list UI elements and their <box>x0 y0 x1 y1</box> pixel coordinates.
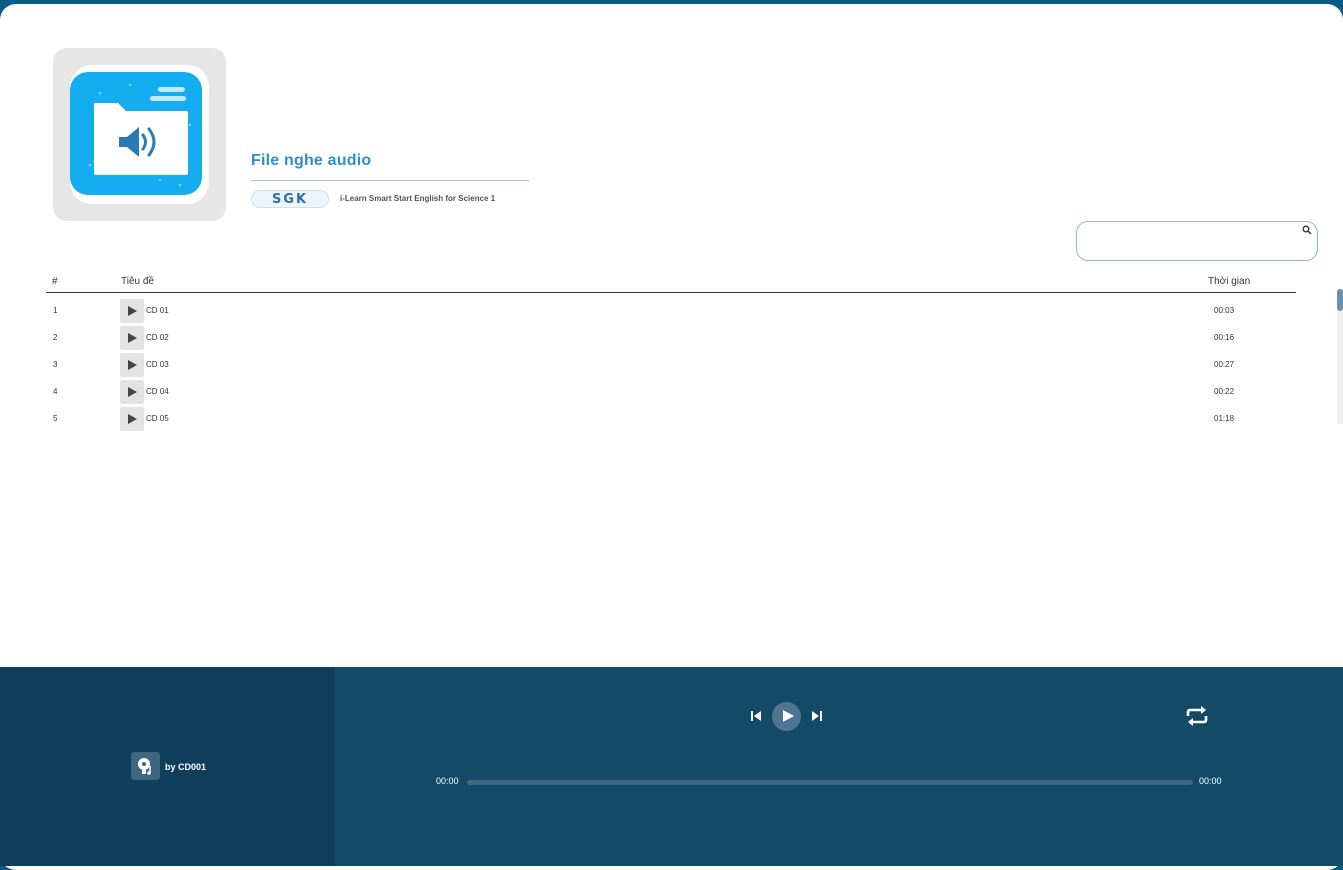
track-duration: 00:22 <box>1214 387 1235 396</box>
track-number: 4 <box>53 387 58 396</box>
track-number: 3 <box>53 360 58 369</box>
publisher-logo: SGK <box>251 190 329 208</box>
title-divider <box>251 180 529 181</box>
track-duration: 00:27 <box>1214 360 1235 369</box>
album-cover-inner <box>70 65 209 204</box>
total-time: 00:00 <box>1199 776 1222 786</box>
table-header: # Tiêu đề Thời gian <box>46 274 1296 293</box>
track-title[interactable]: CD 04 <box>146 387 169 396</box>
artist-avatar <box>131 752 160 780</box>
track-number: 2 <box>53 333 58 342</box>
list-scrollbar-thumb[interactable] <box>1337 289 1343 311</box>
play-track-button[interactable] <box>120 407 144 431</box>
track-duration: 00:03 <box>1214 306 1235 315</box>
search-input[interactable] <box>1087 230 1297 254</box>
track-title[interactable]: CD 05 <box>146 414 169 423</box>
column-time: Thời gian <box>1208 276 1251 287</box>
next-track-icon[interactable] <box>811 709 823 723</box>
repeat-icon[interactable] <box>1184 705 1210 727</box>
track-number: 5 <box>53 414 58 423</box>
previous-track-icon[interactable] <box>750 709 762 723</box>
progress-bar[interactable] <box>467 780 1193 785</box>
column-number: # <box>52 276 58 287</box>
book-name: i-Learn Smart Start English for Science … <box>340 194 496 203</box>
play-button[interactable] <box>772 702 801 731</box>
track-duration: 00:16 <box>1214 333 1235 342</box>
column-title: Tiêu đề <box>121 276 154 287</box>
table-row[interactable]: 1 CD 01 00:03 <box>46 296 1296 323</box>
play-track-button[interactable] <box>120 326 144 350</box>
search-icon[interactable] <box>1302 225 1312 235</box>
player-controls-panel <box>335 667 1343 866</box>
track-duration: 01:18 <box>1214 414 1235 423</box>
current-time: 00:00 <box>436 776 459 786</box>
track-list: 1 CD 01 00:03 2 CD 02 00:16 3 CD 03 00:2… <box>46 296 1296 431</box>
play-track-button[interactable] <box>120 353 144 377</box>
artist-label: by CD001 <box>165 762 207 772</box>
table-row[interactable]: 5 CD 05 01:18 <box>46 404 1296 431</box>
track-title[interactable]: CD 03 <box>146 360 169 369</box>
search-box[interactable] <box>1076 221 1318 261</box>
page-title: File nghe audio <box>251 152 372 169</box>
album-cover <box>53 48 226 221</box>
play-track-button[interactable] <box>120 299 144 323</box>
play-track-button[interactable] <box>120 380 144 404</box>
track-title[interactable]: CD 01 <box>146 306 169 315</box>
table-row[interactable]: 4 CD 04 00:22 <box>46 377 1296 404</box>
table-row[interactable]: 3 CD 03 00:27 <box>46 350 1296 377</box>
track-number: 1 <box>53 306 58 315</box>
audio-folder-icon <box>70 72 202 195</box>
music-note-icon <box>138 758 151 775</box>
publisher-logo-text: SGK <box>271 192 309 207</box>
table-row[interactable]: 2 CD 02 00:16 <box>46 323 1296 350</box>
track-title[interactable]: CD 02 <box>146 333 169 342</box>
